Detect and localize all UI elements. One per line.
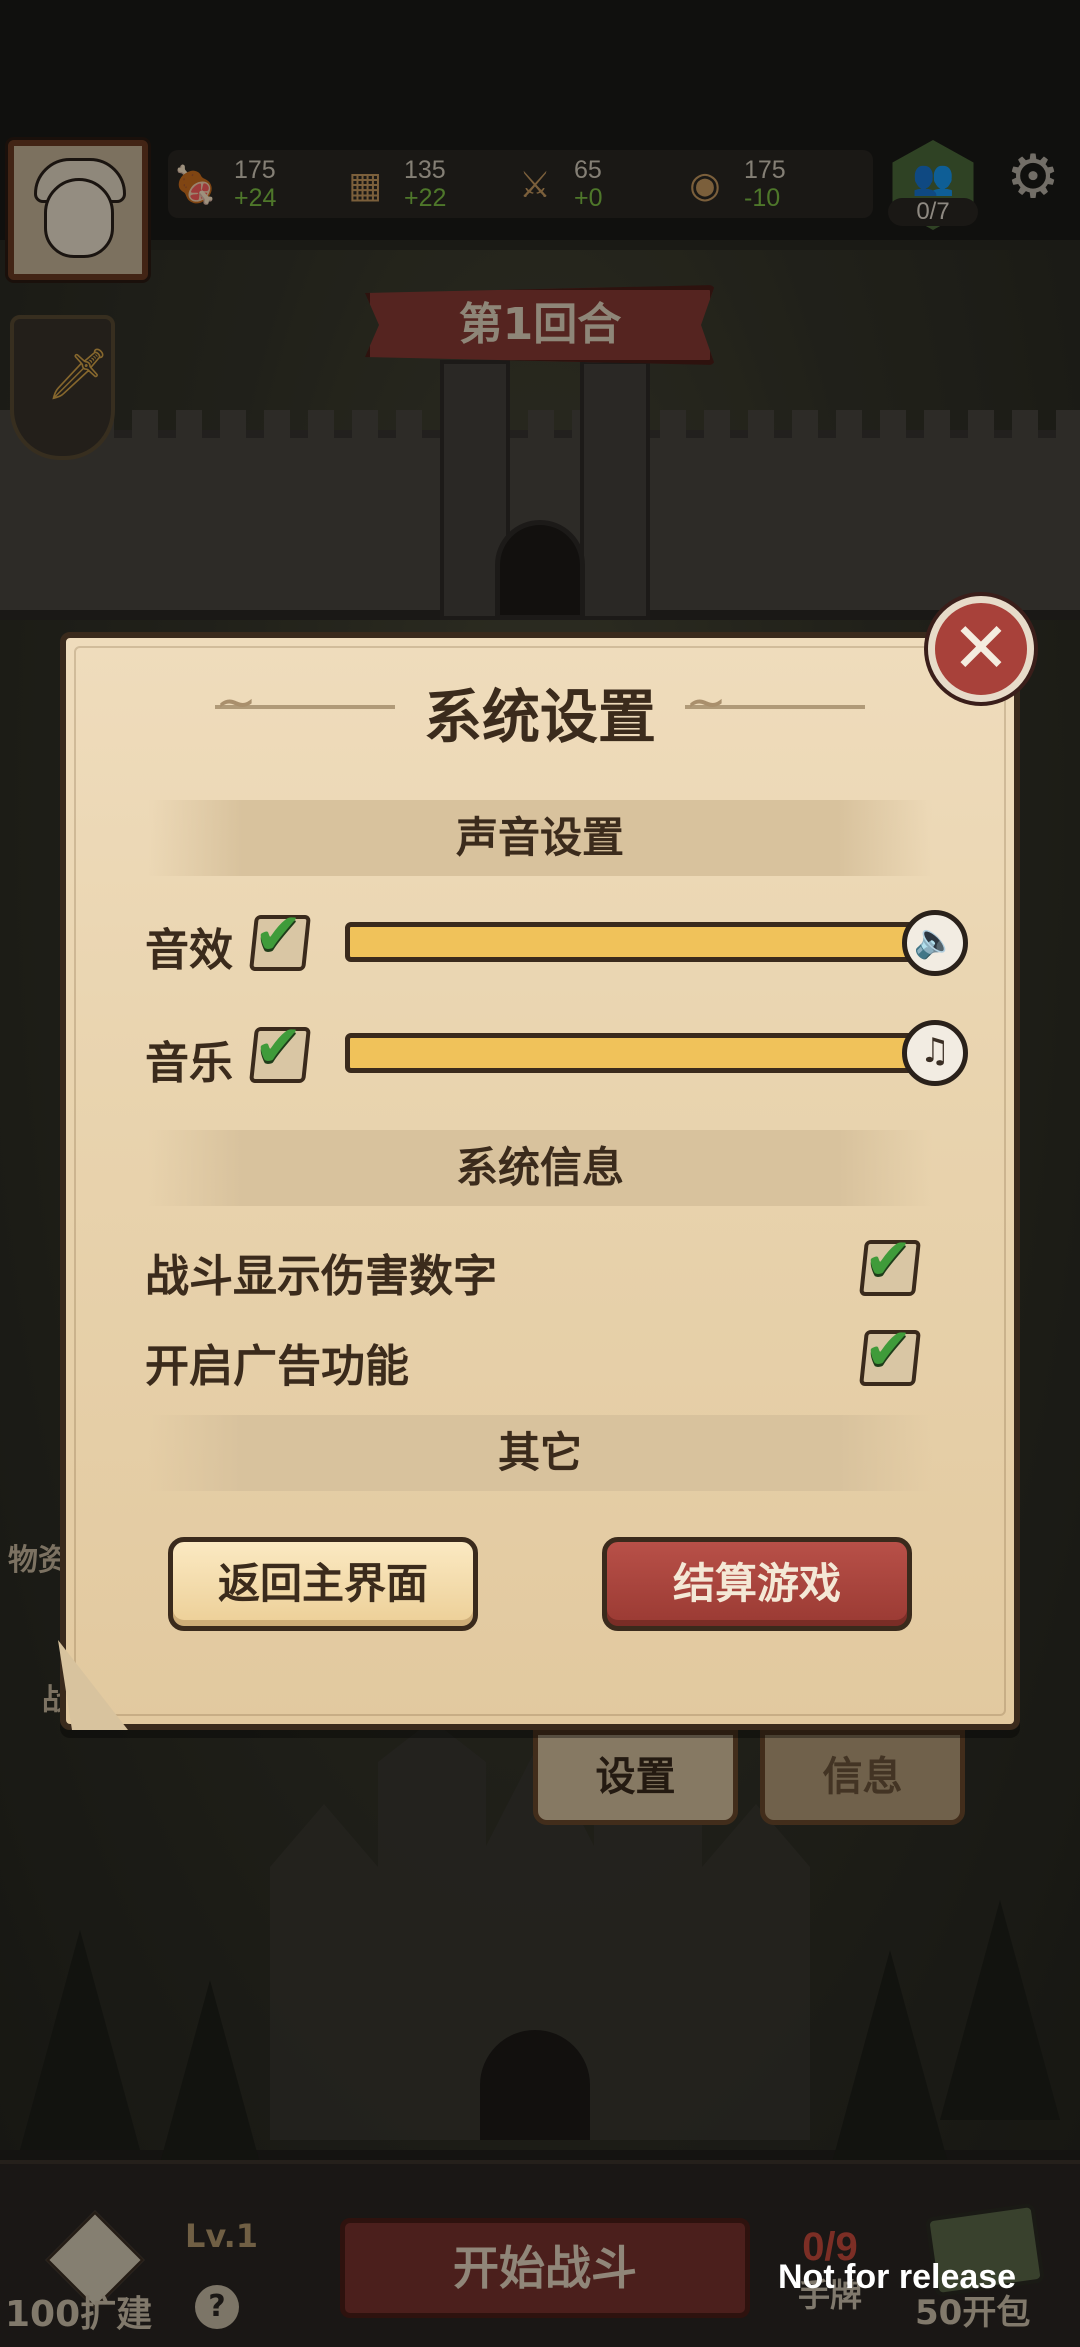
music-note-icon: ♫ bbox=[919, 1031, 951, 1071]
section-title-sound: 声音设置 bbox=[455, 813, 624, 862]
sfx-volume-slider[interactable] bbox=[345, 922, 915, 962]
music-volume-slider[interactable] bbox=[345, 1033, 915, 1073]
checkmark-icon: ✔ bbox=[864, 1225, 913, 1293]
checkmark-icon: ✔ bbox=[254, 900, 303, 968]
sfx-label: 音效 bbox=[145, 925, 233, 976]
section-title-system: 系统信息 bbox=[455, 1143, 624, 1192]
watermark: Not for release bbox=[778, 2258, 1017, 2296]
damage-numbers-label: 战斗显示伤害数字 bbox=[145, 1251, 497, 1302]
checkmark-icon: ✔ bbox=[254, 1012, 303, 1080]
music-label: 音乐 bbox=[145, 1038, 233, 1089]
ads-label: 开启广告功能 bbox=[145, 1341, 409, 1392]
speaker-icon: 🔈 bbox=[913, 921, 957, 961]
settle-game-button[interactable]: 结算游戏 bbox=[602, 1537, 912, 1631]
dialog-title: 系统设置 bbox=[423, 683, 656, 751]
return-main-menu-button[interactable]: 返回主界面 bbox=[168, 1537, 478, 1631]
section-title-other: 其它 bbox=[497, 1428, 582, 1477]
checkmark-icon: ✔ bbox=[864, 1315, 913, 1383]
